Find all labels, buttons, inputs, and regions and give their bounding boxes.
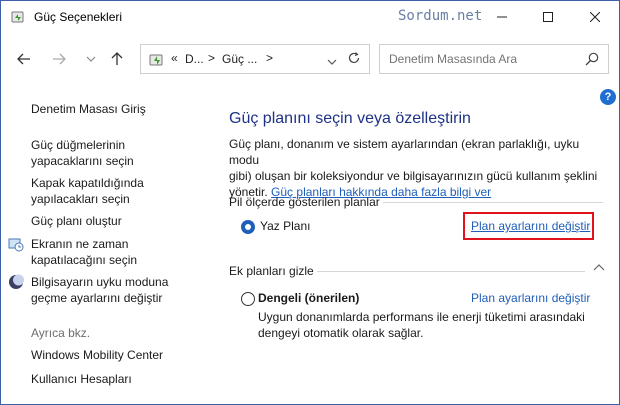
battery-plans-heading: Pil ölçerde gösterilen planlar (229, 195, 380, 209)
search-input[interactable] (389, 52, 569, 66)
plan2-description: Uygun donanımlarda performans ile enerji… (258, 310, 585, 340)
chevron-up-icon[interactable] (593, 263, 605, 271)
address-dropdown-button[interactable] (327, 54, 337, 68)
navigation-bar: « D... > Güç ... > (1, 33, 619, 85)
help-button[interactable]: ? (600, 89, 616, 105)
extra-plans-heading[interactable]: Ek planları gizle (229, 264, 314, 278)
maximize-button[interactable] (525, 1, 571, 33)
highlight-box (463, 212, 594, 240)
chevron-down-icon (327, 59, 337, 65)
sidebar-item-sleep-settings[interactable]: Bilgisayarın uyku moduna geçme ayarların… (31, 274, 168, 306)
window-title: Güç Seçenekleri (34, 10, 123, 24)
power-options-icon (11, 11, 24, 23)
back-arrow-icon (17, 53, 30, 65)
chevron-down-icon (86, 56, 96, 62)
minimize-icon (497, 16, 507, 18)
back-button[interactable] (12, 49, 36, 69)
page-description: Güç planı, donanım ve sistem ayarlarında… (229, 137, 598, 199)
plan1-name[interactable]: Yaz Planı (260, 219, 310, 233)
sidebar-item-user-accounts[interactable]: Kullanıcı Hesapları (31, 371, 132, 387)
refresh-button[interactable] (347, 51, 361, 68)
sidebar-item-create-plan[interactable]: Güç planı oluştur (31, 213, 122, 229)
sidebar-item-home[interactable]: Denetim Masası Giriş (31, 101, 146, 117)
search-icon (585, 52, 599, 66)
section-divider (383, 202, 603, 203)
see-also-heading: Ayrıca bkz. (31, 326, 91, 340)
sidebar-item-power-buttons[interactable]: Güç düğmelerinin yapacaklarını seçin (31, 137, 134, 169)
sidebar-item-lid-close[interactable]: Kapak kapatıldığında yapılacakları seçin (31, 175, 144, 207)
display-timer-icon (8, 238, 24, 252)
power-options-window: Güç Seçenekleri Sordum.net « D... > Güç … (0, 0, 620, 405)
breadcrumb-separator[interactable]: > (266, 51, 273, 65)
watermark: Sordum.net (398, 8, 483, 24)
plan1-radio[interactable] (241, 220, 255, 234)
breadcrumb-power[interactable]: Güç ... (222, 52, 257, 66)
breadcrumb-control-panel[interactable]: D... (185, 52, 204, 66)
recent-locations-button[interactable] (79, 49, 103, 69)
breadcrumb-separator[interactable]: > (208, 51, 215, 65)
plan2-name[interactable]: Dengeli (önerilen) (258, 291, 359, 305)
maximize-icon (543, 12, 553, 22)
forward-arrow-icon (53, 53, 66, 65)
up-button[interactable] (105, 49, 129, 69)
sidebar-item-mobility-center[interactable]: Windows Mobility Center (31, 347, 163, 363)
plan2-radio[interactable] (241, 292, 255, 306)
breadcrumb-overflow[interactable]: « (171, 51, 178, 65)
search-box[interactable] (379, 44, 609, 74)
section-divider (317, 271, 585, 272)
refresh-icon (348, 52, 360, 64)
plan2-change-settings-link[interactable]: Plan ayarlarını değiştir (471, 291, 590, 305)
up-arrow-icon (111, 52, 123, 65)
sidebar-item-display-off[interactable]: Ekranın ne zaman kapatılacağını seçin (31, 236, 137, 268)
close-button[interactable] (572, 1, 618, 33)
close-icon (590, 12, 600, 22)
page-title: Güç planını seçin veya özelleştirin (229, 110, 471, 127)
title-bar: Güç Seçenekleri Sordum.net (1, 1, 619, 33)
minimize-button[interactable] (479, 1, 525, 33)
power-options-icon (149, 54, 163, 66)
sleep-moon-icon (9, 274, 24, 289)
forward-button[interactable] (47, 49, 71, 69)
